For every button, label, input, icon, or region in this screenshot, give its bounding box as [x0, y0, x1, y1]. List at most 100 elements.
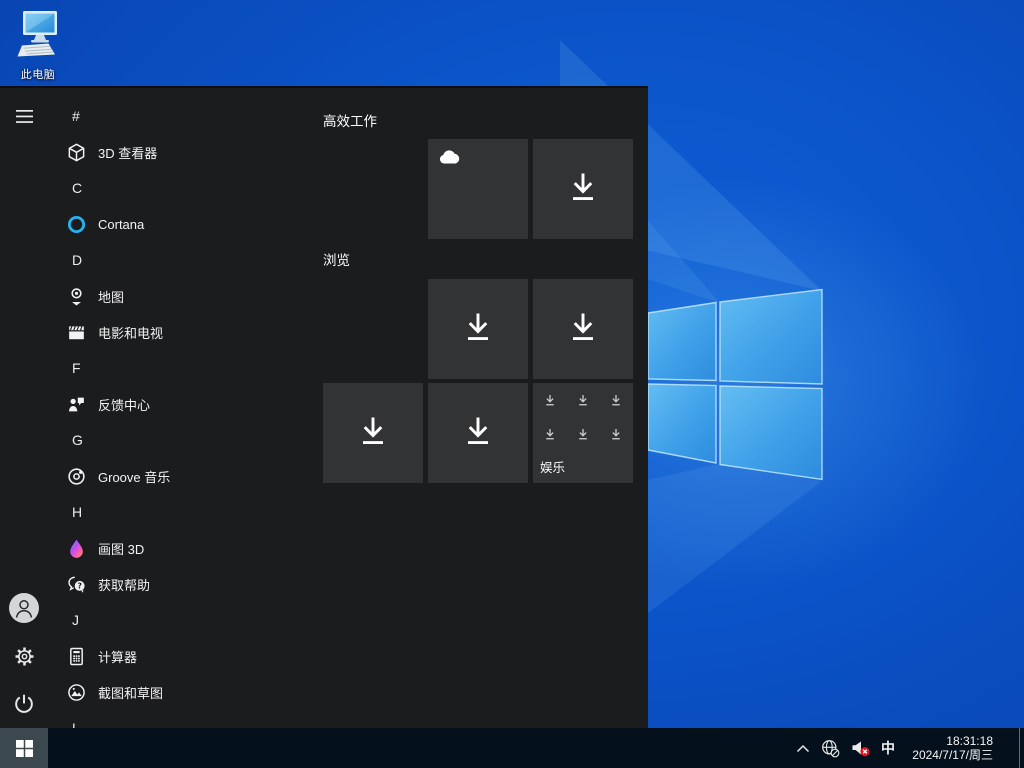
gear-icon [13, 645, 36, 668]
user-avatar-icon [9, 593, 39, 623]
mini-download-arrow-icon [544, 428, 556, 442]
tile-pending-download[interactable] [428, 279, 528, 379]
groove-circle-icon [66, 466, 87, 487]
app-item-calculator[interactable]: 计算器 [48, 638, 318, 674]
tile-pending-download[interactable] [323, 383, 423, 483]
letter-label: J [72, 612, 79, 628]
clock-date: 2024/7/17/周三 [905, 748, 993, 762]
app-label: 电影和电视 [98, 323, 163, 342]
tile-grid-browse: 娱乐 [323, 279, 635, 483]
app-list-letter-l[interactable]: L [48, 710, 318, 728]
network-status-button[interactable] [820, 738, 840, 758]
desktop-icon-label: 此电脑 [9, 66, 67, 82]
letter-label: G [72, 432, 83, 448]
settings-button[interactable] [0, 632, 48, 680]
power-button[interactable] [0, 680, 48, 728]
letter-label: # [72, 108, 80, 124]
mini-download-arrow-icon [577, 428, 589, 442]
letter-label: L [72, 720, 80, 728]
mini-download-arrow-icon [610, 428, 622, 442]
snip-sketch-icon [66, 682, 87, 703]
download-arrow-icon [567, 312, 599, 347]
app-label: 反馈中心 [98, 395, 150, 414]
empty-tile-slot [323, 139, 423, 239]
app-list-letter-c[interactable]: C [48, 170, 318, 206]
show-desktop-button[interactable] [1019, 728, 1024, 768]
app-item-cortana[interactable]: Cortana [48, 206, 318, 242]
tile-grid-productivity [323, 139, 635, 239]
person-feedback-icon [66, 394, 87, 415]
taskbar: 中 18:31:18 2024/7/17/周三 [0, 728, 1024, 768]
clock-time: 18:31:18 [905, 734, 993, 748]
cortana-ring-icon [66, 214, 87, 235]
app-list-letter-f[interactable]: F [48, 350, 318, 386]
app-label: Cortana [98, 217, 144, 232]
tile-group-label-browse[interactable]: 浏览 [323, 249, 635, 267]
app-item-groove-music[interactable]: Groove 音乐 [48, 458, 318, 494]
start-menu: # 3D 查看器 C Cortana D [0, 86, 648, 728]
app-list-letter-h[interactable]: H [48, 494, 318, 530]
help-bubble-icon: ? [66, 574, 87, 595]
app-list-letter-hash[interactable]: # [48, 98, 318, 134]
letter-label: H [72, 504, 82, 520]
svg-text:?: ? [77, 581, 82, 590]
tile-pending-download[interactable] [533, 279, 633, 379]
app-item-paint-3d[interactable]: 画图 3D [48, 530, 318, 566]
app-list-letter-j[interactable]: J [48, 602, 318, 638]
app-label: 截图和草图 [98, 683, 163, 702]
calculator-icon [66, 646, 87, 667]
tile-pending-download[interactable] [533, 139, 633, 239]
tile-group-label-productivity[interactable]: 高效工作 [323, 110, 635, 128]
letter-label: F [72, 360, 81, 376]
clapperboard-icon [66, 322, 87, 343]
app-item-snip-sketch[interactable]: 截图和草图 [48, 674, 318, 710]
cube-icon [66, 142, 87, 163]
ime-indicator[interactable]: 中 [881, 738, 895, 758]
empty-tile-slot [323, 279, 423, 379]
download-arrow-icon [357, 416, 389, 451]
app-item-3d-viewer[interactable]: 3D 查看器 [48, 134, 318, 170]
tile-pending-download[interactable] [428, 383, 528, 483]
desktop-icon-this-pc[interactable]: 此电脑 [9, 8, 67, 82]
app-label: 3D 查看器 [98, 143, 157, 162]
globe-no-internet-icon [820, 738, 840, 758]
app-item-movies-tv[interactable]: 电影和电视 [48, 314, 318, 350]
show-hidden-icons-button[interactable] [796, 744, 810, 753]
app-label: 获取帮助 [98, 575, 150, 594]
app-item-get-help[interactable]: ? 获取帮助 [48, 566, 318, 602]
screen: 此电脑 [0, 0, 1024, 768]
app-item-maps[interactable]: 地图 [48, 278, 318, 314]
app-list: # 3D 查看器 C Cortana D [48, 98, 318, 728]
app-label: 计算器 [98, 647, 137, 666]
app-list-letter-g[interactable]: G [48, 422, 318, 458]
start-menu-rail [0, 88, 48, 728]
tile-folder-label: 娱乐 [540, 457, 565, 476]
tile-onedrive[interactable] [428, 139, 528, 239]
chevron-up-icon [796, 744, 810, 753]
download-arrow-icon [462, 416, 494, 451]
tile-area: 高效工作 浏览 [323, 88, 635, 483]
app-label: 地图 [98, 287, 124, 306]
letter-label: D [72, 252, 82, 268]
power-icon [12, 692, 36, 716]
letter-label: C [72, 180, 82, 196]
system-tray: 中 18:31:18 2024/7/17/周三 [796, 728, 1024, 768]
start-button[interactable] [0, 728, 48, 768]
windows-logo-icon [16, 740, 33, 757]
user-account-button[interactable] [0, 584, 48, 632]
expand-menu-button[interactable] [0, 92, 48, 140]
app-label: Groove 音乐 [98, 467, 170, 486]
download-arrow-icon [567, 172, 599, 207]
hamburger-menu-icon [16, 110, 33, 123]
speaker-muted-icon [850, 738, 871, 758]
tile-folder-entertainment[interactable]: 娱乐 [533, 383, 633, 483]
mini-download-arrow-icon [577, 394, 589, 408]
map-pin-icon [66, 286, 87, 307]
download-arrow-icon [462, 312, 494, 347]
app-list-letter-d[interactable]: D [48, 242, 318, 278]
onedrive-cloud-icon [437, 149, 461, 165]
paint-drop-icon [66, 538, 87, 559]
taskbar-clock[interactable]: 18:31:18 2024/7/17/周三 [905, 734, 993, 762]
app-item-feedback-hub[interactable]: 反馈中心 [48, 386, 318, 422]
volume-muted-button[interactable] [850, 738, 871, 758]
